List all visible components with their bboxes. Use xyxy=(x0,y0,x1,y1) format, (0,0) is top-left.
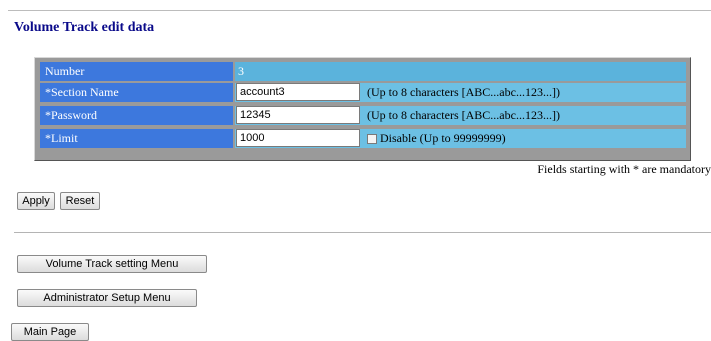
limit-input[interactable] xyxy=(236,129,360,147)
mandatory-fields-note: Fields starting with * are mandatory xyxy=(537,162,711,176)
disable-limit-label: Disable (Up to 99999999) xyxy=(380,131,506,145)
section-name-input[interactable] xyxy=(236,83,360,101)
volume-track-menu-button[interactable]: Volume Track setting Menu xyxy=(17,255,207,273)
number-row: Number 3 xyxy=(40,62,686,81)
section-divider xyxy=(14,232,711,233)
disable-limit-checkbox[interactable] xyxy=(367,133,377,144)
limit-label: *Limit xyxy=(40,129,233,148)
limit-cell: Disable (Up to 99999999) xyxy=(235,129,686,148)
section-name-label: *Section Name xyxy=(40,83,233,102)
apply-button[interactable]: Apply xyxy=(17,192,55,210)
section-name-hint: (Up to 8 characters [ABC...abc...123...]… xyxy=(367,85,560,99)
number-value: 3 xyxy=(235,62,686,81)
password-label: *Password xyxy=(40,106,233,125)
password-cell: (Up to 8 characters [ABC...abc...123...]… xyxy=(235,106,686,125)
section-name-cell: (Up to 8 characters [ABC...abc...123...]… xyxy=(235,83,686,102)
password-row: *Password (Up to 8 characters [ABC...abc… xyxy=(40,106,686,125)
main-page-button[interactable]: Main Page xyxy=(11,323,89,341)
password-input[interactable] xyxy=(236,106,360,124)
administrator-setup-menu-button[interactable]: Administrator Setup Menu xyxy=(17,289,197,307)
edit-form-panel: Number 3 *Section Name (Up to 8 characte… xyxy=(34,57,691,161)
number-label: Number xyxy=(40,62,233,81)
limit-row: *Limit Disable (Up to 99999999) xyxy=(40,129,686,148)
section-name-row: *Section Name (Up to 8 characters [ABC..… xyxy=(40,83,686,102)
reset-button[interactable]: Reset xyxy=(60,192,100,210)
top-divider xyxy=(8,10,711,11)
page-title: Volume Track edit data xyxy=(14,20,155,35)
password-hint: (Up to 8 characters [ABC...abc...123...]… xyxy=(367,108,560,122)
disable-limit-option[interactable]: Disable (Up to 99999999) xyxy=(367,129,506,148)
